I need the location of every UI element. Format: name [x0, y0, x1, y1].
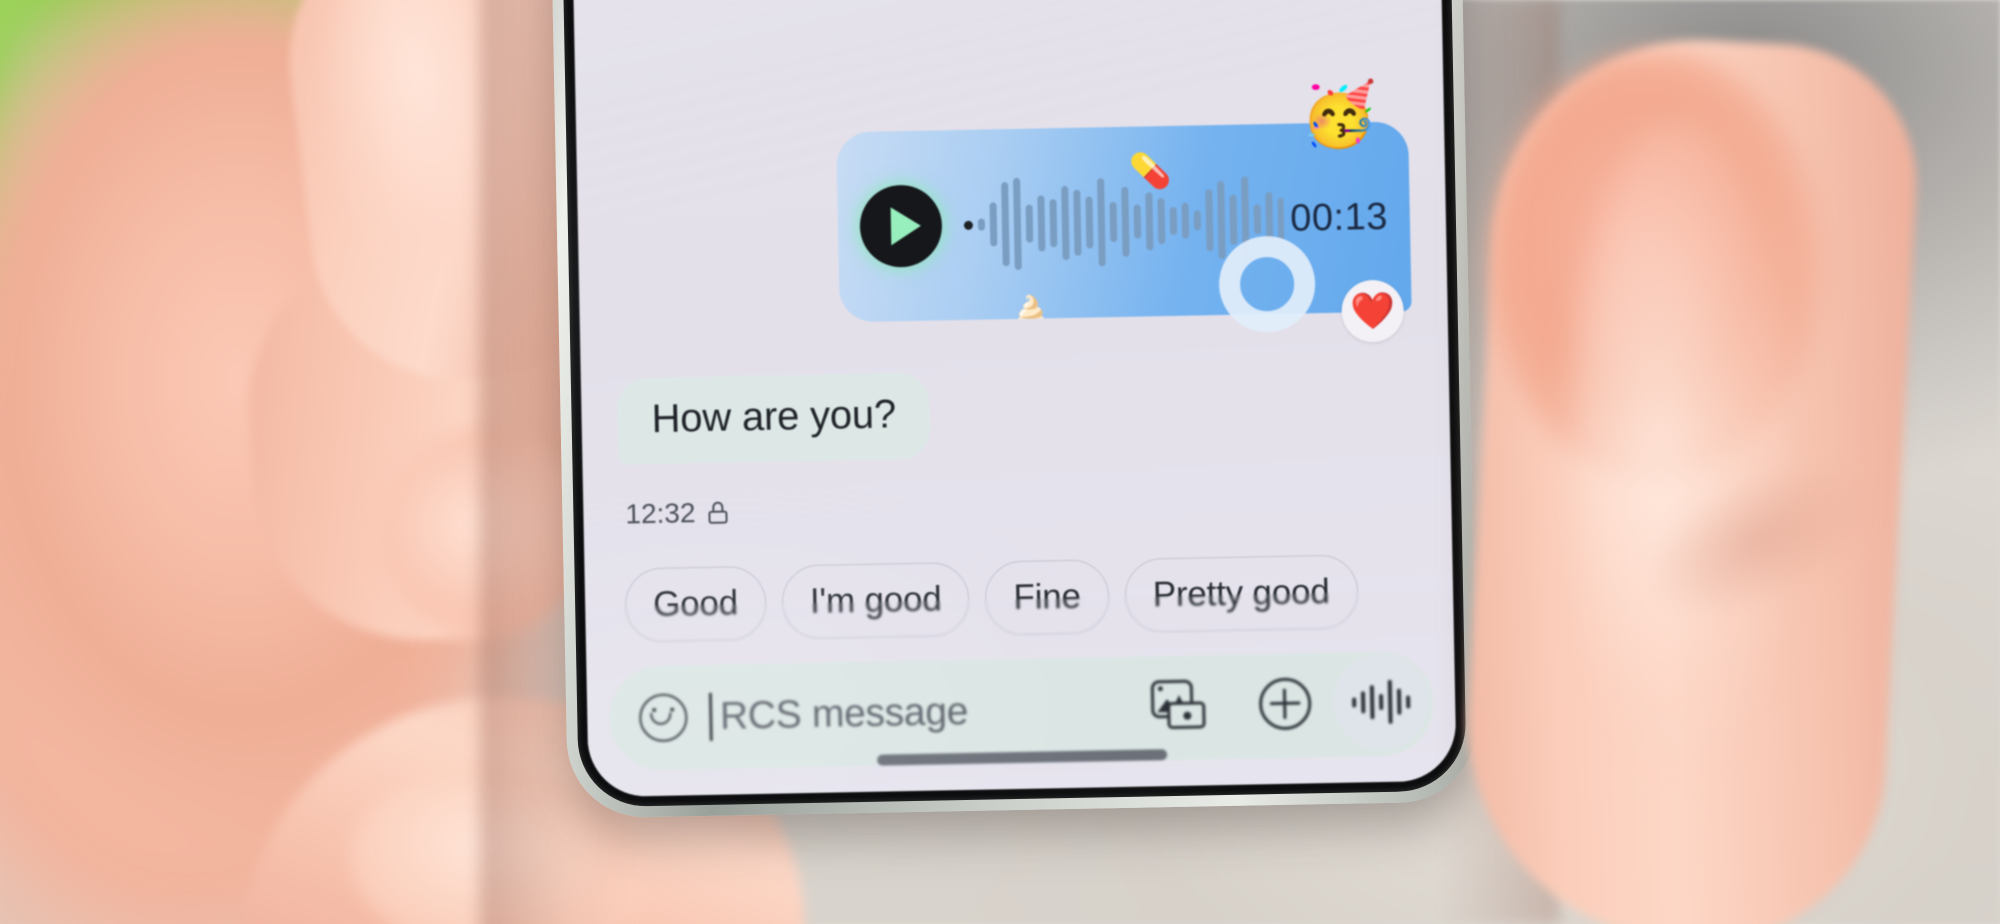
- suggestion-chip-im-good[interactable]: I'm good: [781, 561, 971, 640]
- text-caret: [708, 692, 713, 741]
- photo-scene: 😝 😝 00:00: [0, 0, 2000, 924]
- right-thumb-highlight: [1570, 120, 1790, 760]
- smiley-icon[interactable]: [638, 693, 688, 743]
- reaction-badge-heart[interactable]: ❤️: [1341, 279, 1405, 343]
- suggestion-chip-fine[interactable]: Fine: [984, 559, 1110, 636]
- reaction-emoji-capsule: 💊: [1128, 151, 1172, 191]
- gallery-camera-icon[interactable]: [1150, 677, 1208, 734]
- message-input-placeholder: RCS message: [719, 689, 969, 738]
- composer-actions: [1150, 651, 1314, 758]
- ring-decoration: [1218, 235, 1317, 334]
- play-button-outgoing[interactable]: [859, 184, 943, 268]
- play-triangle-icon-outgoing: [890, 206, 921, 246]
- suggestion-chips: Good I'm good Fine Pretty good: [624, 553, 1453, 643]
- suggestion-chip-pretty-good[interactable]: Pretty good: [1124, 554, 1359, 633]
- text-message-bubble[interactable]: How are you?: [616, 372, 931, 465]
- waveform-progress-dot-outgoing: [963, 220, 974, 230]
- message-timestamp: 12:32: [625, 497, 696, 530]
- lock-icon: [708, 501, 728, 524]
- phone-screen: 😝 😝 00:00: [569, 0, 1457, 798]
- suggestion-chip-good[interactable]: Good: [624, 565, 767, 643]
- plus-icon[interactable]: [1257, 675, 1314, 732]
- chat-thread[interactable]: 😝 😝 00:00: [569, 0, 1457, 798]
- reaction-emoji-party-face: 🥳: [1300, 79, 1379, 151]
- phone-device: 😝 😝 00:00: [547, 0, 1479, 819]
- reaction-emoji-ice-cream: 🍦: [1001, 293, 1060, 321]
- voice-duration-outgoing: 00:13: [1289, 195, 1389, 240]
- message-meta: 12:32: [625, 497, 728, 531]
- voice-message-outgoing[interactable]: 🍦 💊 00:13 🥳 ❤️: [836, 80, 1412, 343]
